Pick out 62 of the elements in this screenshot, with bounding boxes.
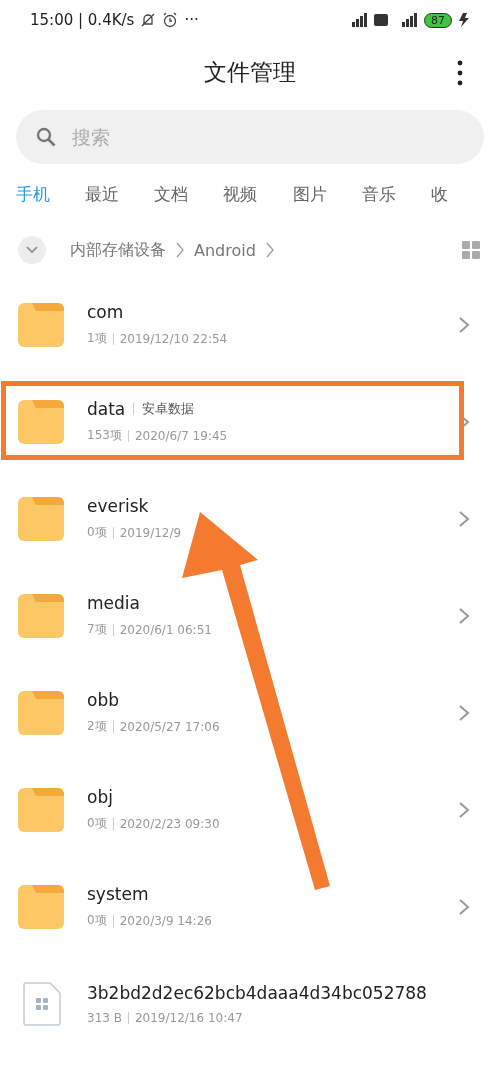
breadcrumb-separator-icon <box>176 242 184 258</box>
search-bar[interactable]: 搜索 <box>16 110 484 164</box>
modified-date: 2020/5/27 17:06 <box>119 719 220 734</box>
item-count: 7项 <box>87 621 107 638</box>
modified-date: 2019/12/9 <box>119 525 182 540</box>
modified-date: 2020/2/23 09:30 <box>119 816 220 831</box>
file-name[interactable]: system <box>87 884 149 904</box>
modified-date: 2020/6/7 19:45 <box>134 428 228 443</box>
item-count: 2项 <box>87 718 107 735</box>
modified-date: 2020/6/1 06:51 <box>119 622 212 637</box>
folder-description: 安卓数据 <box>142 400 195 418</box>
item-count: 0项 <box>87 815 107 832</box>
folder-icon <box>18 302 64 347</box>
more-notifications: ··· <box>184 11 199 29</box>
page-title: 文件管理 <box>204 58 296 87</box>
file-name[interactable]: media <box>87 593 140 613</box>
search-icon <box>36 127 56 147</box>
chevron-right-icon <box>458 800 470 819</box>
modified-date: 2020/3/9 14:26 <box>119 913 212 928</box>
modified-date: 2019/12/16 10:47 <box>134 1010 243 1025</box>
file-name[interactable]: everisk <box>87 496 149 516</box>
category-tab[interactable]: 文档 <box>154 182 224 206</box>
file-name[interactable]: obj <box>87 787 113 807</box>
grid-view-icon[interactable] <box>462 241 480 259</box>
breadcrumb-item[interactable]: 内部存储设备 <box>70 239 166 261</box>
hd-icon <box>374 14 388 26</box>
item-count: 1项 <box>87 330 107 347</box>
folder-icon <box>18 884 64 929</box>
category-tab[interactable]: 音乐 <box>361 182 431 206</box>
breadcrumb-separator-icon <box>265 242 274 258</box>
item-count: 0项 <box>87 912 107 929</box>
chevron-right-icon <box>458 703 470 722</box>
alarm-icon <box>162 12 179 28</box>
file-name[interactable]: com <box>87 302 124 322</box>
item-count: 313 B <box>87 1010 122 1025</box>
chevron-right-icon <box>458 509 470 528</box>
charging-icon <box>458 13 470 27</box>
chevron-right-icon <box>458 897 470 916</box>
category-tab[interactable]: 视频 <box>223 182 293 206</box>
chevron-right-icon <box>458 315 470 334</box>
breadcrumb-item[interactable]: Android <box>194 240 256 260</box>
battery-level: 87 <box>424 12 452 28</box>
item-count: 153项 <box>87 427 122 444</box>
folder-icon <box>18 787 64 832</box>
chevron-down-icon <box>26 246 38 254</box>
file-name[interactable]: data <box>87 399 126 419</box>
file-name[interactable]: obb <box>87 690 119 710</box>
category-tab[interactable]: 最近 <box>85 182 155 206</box>
item-count: 0项 <box>87 524 107 541</box>
folder-icon <box>18 593 64 638</box>
collapse-button[interactable] <box>18 236 46 264</box>
file-name[interactable]: 3b2bd2d2ec62bcb4daaa4d34bc052788 <box>87 982 427 1003</box>
modified-date: 2019/12/10 22:54 <box>119 331 228 346</box>
muted-bell-icon <box>140 12 157 28</box>
folder-icon <box>18 399 64 444</box>
category-tab[interactable]: 收 <box>430 182 500 206</box>
folder-icon <box>18 496 64 541</box>
search-field[interactable]: 搜索 <box>70 125 374 149</box>
chevron-right-icon <box>458 606 470 625</box>
category-tab[interactable]: 图片 <box>292 182 362 206</box>
folder-icon <box>18 690 64 735</box>
clock-and-speed: 15:00 | 0.4K/s <box>30 11 135 29</box>
